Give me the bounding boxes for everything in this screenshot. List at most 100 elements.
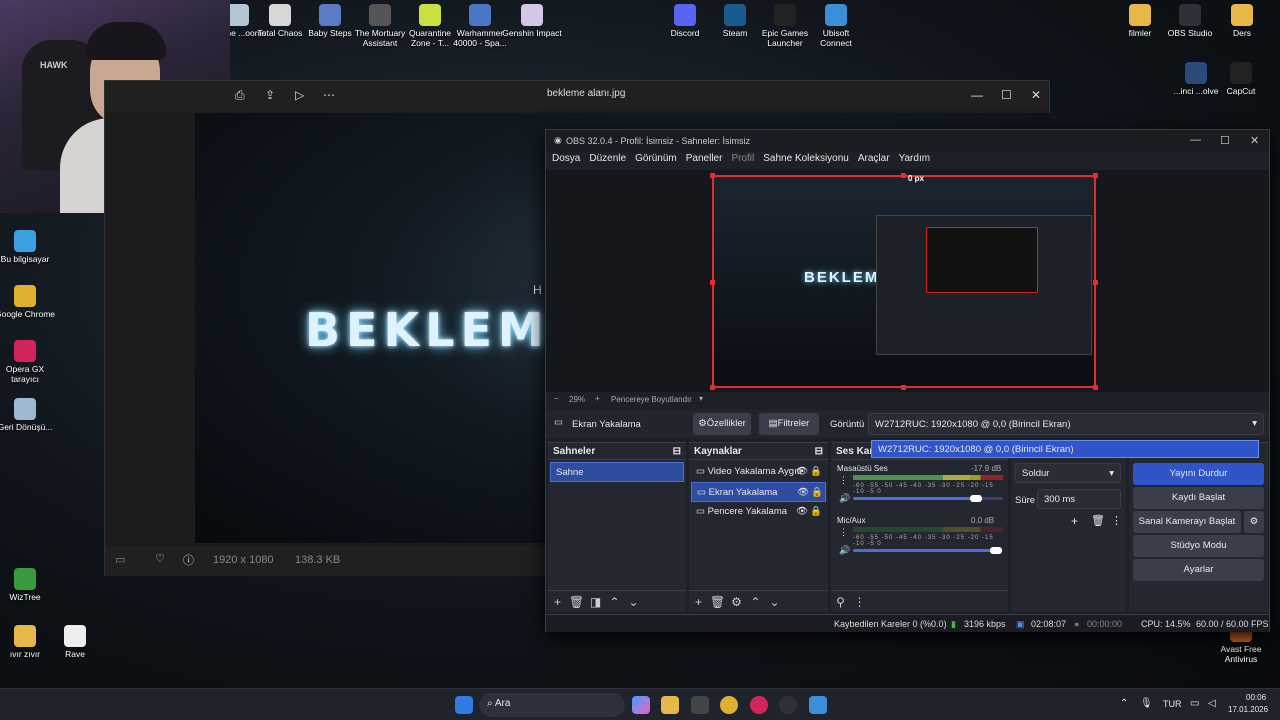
minimize-icon[interactable]: —	[971, 88, 983, 102]
more-icon[interactable]: ⋯	[323, 88, 335, 102]
lock-icon[interactable]: 🔒	[810, 502, 822, 522]
start-virtualcam-button[interactable]: Sanal Kamerayı Başlat	[1133, 511, 1241, 533]
print-icon[interactable]: ⎙	[235, 88, 245, 103]
desktop-icon[interactable]: Warhammer 40000 - Spa...	[450, 4, 510, 48]
menu-item[interactable]: Sahne Koleksiyonu	[763, 153, 849, 164]
chevron-down-icon: ▾	[1252, 418, 1257, 429]
virtualcam-settings-icon[interactable]: ⚙	[1244, 511, 1264, 533]
add-icon[interactable]: +	[548, 591, 567, 613]
down-icon[interactable]: ⌄	[765, 591, 784, 613]
menu-item[interactable]: Araçlar	[858, 153, 890, 164]
volume-icon[interactable]: ◁	[1208, 698, 1216, 709]
start-recording-button[interactable]: Kaydı Başlat	[1133, 487, 1264, 509]
obs-maximize-icon[interactable]: ☐	[1220, 134, 1230, 147]
favorite-icon[interactable]: ♡	[155, 552, 165, 565]
desktop-icon-rave[interactable]: Rave	[45, 625, 105, 659]
info-icon[interactable]: ⓘ	[183, 552, 194, 568]
close-icon[interactable]: ✕	[1031, 88, 1041, 102]
zoom-out-button[interactable]: −	[554, 394, 559, 403]
slideshow-icon[interactable]: ▷	[295, 88, 304, 102]
menu-item[interactable]: Görünüm	[635, 153, 677, 164]
photos-icon[interactable]	[809, 696, 827, 714]
display-select[interactable]: W2712RUC: 1920x1080 @ 0,0 (Birincil Ekra…	[868, 413, 1264, 435]
studio-mode-button[interactable]: Stüdyo Modu	[1133, 535, 1264, 557]
stop-stream-button[interactable]: Yayını Durdur	[1133, 463, 1264, 485]
file-explorer-icon[interactable]	[661, 696, 679, 714]
up-icon[interactable]: ⌃	[746, 591, 765, 613]
obs-taskbar-icon[interactable]	[779, 696, 797, 714]
dock-menu-icon[interactable]: ⊟	[815, 446, 823, 457]
opera-gx-icon[interactable]	[750, 696, 768, 714]
lock-icon[interactable]: 🔒	[810, 462, 822, 482]
source-item[interactable]: ▭ Video Yakalama Aygıtı 👁 🔒	[691, 462, 826, 482]
desktop-icon[interactable]: Ders	[1212, 4, 1272, 38]
more-icon[interactable]: ⋮	[839, 475, 848, 486]
up-icon[interactable]: ⌃	[605, 591, 624, 613]
lock-icon[interactable]: 🔒	[811, 483, 823, 501]
gear-icon[interactable]: ⚙	[727, 591, 746, 613]
maximize-icon[interactable]: ☐	[1001, 88, 1012, 102]
menu-item[interactable]: Profil	[731, 153, 754, 164]
menu-item[interactable]: Paneller	[686, 153, 723, 164]
obs-minimize-icon[interactable]: —	[1190, 134, 1201, 146]
more-icon[interactable]: ⋮	[1111, 514, 1122, 527]
chrome-icon[interactable]	[720, 696, 738, 714]
share-icon[interactable]: ⇪	[265, 88, 275, 102]
duration-spinbox[interactable]: 300 ms	[1037, 489, 1121, 509]
desktop-icon[interactable]: Bu bilgisayar	[0, 230, 55, 264]
chatgpt-icon[interactable]	[691, 696, 709, 714]
add-icon[interactable]: +	[1071, 514, 1078, 528]
trash-icon[interactable]: 🗑	[567, 591, 586, 613]
speaker-icon[interactable]: 🔊	[839, 493, 850, 504]
copilot-icon[interactable]	[632, 696, 650, 714]
desktop-icon[interactable]: Genshin Impact	[502, 4, 562, 38]
speaker-icon[interactable]: 🔊	[839, 545, 850, 556]
source-item[interactable]: ▭ Ekran Yakalama 👁 🔒	[691, 482, 826, 502]
filter-icon[interactable]: ◨	[586, 591, 605, 613]
desktop-icon[interactable]: WizTree	[0, 568, 55, 602]
desktop-icon[interactable]: Opera GX tarayıcı	[0, 340, 55, 384]
properties-button[interactable]: ⚙Özellikler	[693, 413, 751, 435]
more-icon[interactable]: ⋮	[850, 591, 869, 613]
desktop-icon[interactable]: CapCut	[1211, 62, 1271, 96]
dock-menu-icon[interactable]: ⊟	[673, 446, 681, 457]
obs-preview[interactable]: BEKLEM 0 px	[546, 170, 1269, 392]
desktop-icon[interactable]: Google Chrome	[0, 285, 55, 319]
link-icon[interactable]: ⚲	[831, 591, 850, 613]
trash-icon[interactable]: 🗑	[1091, 514, 1105, 527]
scene-item[interactable]: Sahne	[550, 462, 684, 482]
menu-item[interactable]: Yardım	[899, 153, 931, 164]
down-icon[interactable]: ⌄	[624, 591, 643, 613]
source-item[interactable]: ▭ Pencere Yakalama 👁 🔒	[691, 502, 826, 522]
desktop-icon[interactable]: OBS Studio	[1160, 4, 1220, 38]
input-language[interactable]: TUR	[1163, 699, 1182, 709]
tray-chevron-icon[interactable]: ⌃	[1120, 698, 1128, 709]
more-icon[interactable]: ⋮	[839, 527, 848, 538]
filters-button[interactable]: ▤Filtreler	[759, 413, 819, 435]
display-dropdown-option[interactable]: W2712RUC: 1920x1080 @ 0,0 (Birincil Ekra…	[871, 440, 1259, 458]
zoom-dropdown-icon[interactable]: ▾	[699, 394, 703, 403]
desktop-icon[interactable]: Geri Dönüşü...	[0, 398, 55, 432]
obs-close-icon[interactable]: ✕	[1250, 134, 1259, 147]
filmstrip-icon[interactable]: ▭	[115, 553, 125, 566]
mic-tray-icon[interactable]: 🎙	[1140, 698, 1153, 709]
windows-start-icon[interactable]	[455, 696, 473, 714]
preview-image[interactable]: BEKLEM	[712, 175, 1096, 388]
clock-time[interactable]: 00:06	[1246, 693, 1266, 702]
desktop-icon[interactable]: Ubisoft Connect	[806, 4, 866, 48]
volume-knob[interactable]	[970, 495, 982, 502]
person-hair	[86, 22, 166, 60]
volume-knob[interactable]	[989, 547, 1002, 554]
menu-item[interactable]: Düzenle	[589, 153, 626, 164]
zoom-in-button[interactable]: +	[595, 394, 600, 403]
transition-select[interactable]: Soldur ▾	[1015, 463, 1121, 483]
clock-date[interactable]: 17.01.2026	[1228, 705, 1268, 714]
menu-item[interactable]: Dosya	[552, 153, 580, 164]
audio-mixer-dock: Ses Karıştırıcı Masaüstü Ses -17.9 dB ⋮ -60…	[831, 442, 1008, 612]
network-icon[interactable]: ▭	[1190, 698, 1199, 709]
fit-to-window[interactable]: Pencereye Boyutlandır	[611, 395, 692, 404]
trash-icon[interactable]: 🗑	[708, 591, 727, 613]
taskbar-search[interactable]: ⌕ Ara	[479, 693, 625, 717]
add-icon[interactable]: +	[689, 591, 708, 613]
settings-button[interactable]: Ayarlar	[1133, 559, 1264, 581]
